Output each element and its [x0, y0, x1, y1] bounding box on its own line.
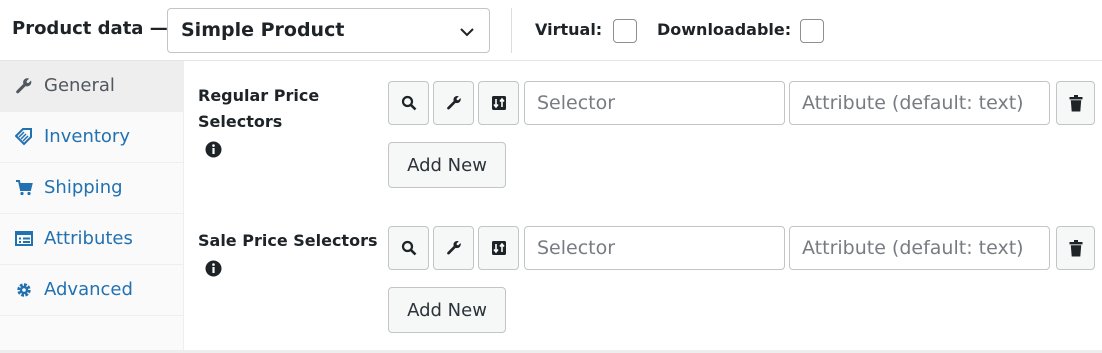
tag-icon [15, 128, 32, 146]
tab-shipping[interactable]: Shipping [0, 163, 183, 214]
wrench-icon [16, 78, 32, 94]
wrench-icon [447, 240, 461, 255]
info-icon[interactable] [205, 260, 222, 277]
product-type-value: Simple Product [181, 19, 345, 41]
list-icon [15, 231, 33, 246]
delete-sale-price-selector-button[interactable] [1056, 226, 1095, 270]
tab-general-label: General [44, 75, 115, 96]
settings-selector-button[interactable] [433, 226, 474, 270]
add-regular-price-selector-button[interactable]: Add New [388, 142, 506, 188]
tab-advanced[interactable]: Advanced [0, 265, 183, 316]
virtual-label: Virtual: [535, 20, 603, 39]
gear-icon [17, 283, 31, 297]
tab-attributes-label: Attributes [44, 228, 133, 249]
search-selector-button[interactable] [388, 81, 429, 125]
sort-selector-button[interactable] [478, 226, 519, 270]
search-icon [401, 95, 417, 111]
tab-inventory-label: Inventory [44, 126, 130, 147]
sale-price-label: Sale Price Selectors [198, 231, 378, 250]
regular-price-attribute-input[interactable] [789, 81, 1050, 125]
tab-inventory[interactable]: Inventory [0, 112, 183, 163]
downloadable-label: Downloadable: [657, 20, 792, 39]
sort-selector-button[interactable] [478, 81, 519, 125]
sort-icon [492, 96, 506, 110]
trash-icon [1069, 95, 1083, 112]
header-divider [511, 8, 512, 53]
virtual-checkbox[interactable] [613, 19, 637, 43]
tab-advanced-label: Advanced [44, 279, 133, 300]
sale-price-attribute-input[interactable] [789, 226, 1050, 270]
info-icon[interactable] [205, 141, 222, 158]
downloadable-checkbox[interactable] [800, 19, 824, 43]
sale-price-selector-input[interactable] [524, 226, 785, 270]
wrench-icon [447, 95, 461, 110]
product-data-header: Product data — Simple Product Virtual: D… [0, 0, 1102, 61]
product-data-tabs: General Inventory Shipping Attributes Ad… [0, 61, 184, 353]
delete-regular-price-selector-button[interactable] [1056, 81, 1095, 125]
add-sale-price-selector-button[interactable]: Add New [388, 287, 506, 333]
regular-price-label-line2: Selectors [198, 112, 283, 131]
sort-icon [492, 241, 506, 255]
product-data-title: Product data — [12, 18, 168, 39]
regular-price-label-line1: Regular Price [198, 86, 320, 105]
cart-icon [16, 180, 33, 196]
search-selector-button[interactable] [388, 226, 429, 270]
product-type-select[interactable]: Simple Product [167, 8, 490, 53]
settings-selector-button[interactable] [433, 81, 474, 125]
search-icon [401, 240, 417, 256]
trash-icon [1069, 240, 1083, 257]
chevron-down-icon [460, 28, 474, 37]
tab-general[interactable]: General [0, 61, 183, 112]
regular-price-selector-input[interactable] [524, 81, 785, 125]
tab-attributes[interactable]: Attributes [0, 214, 183, 265]
tab-shipping-label: Shipping [44, 177, 123, 198]
